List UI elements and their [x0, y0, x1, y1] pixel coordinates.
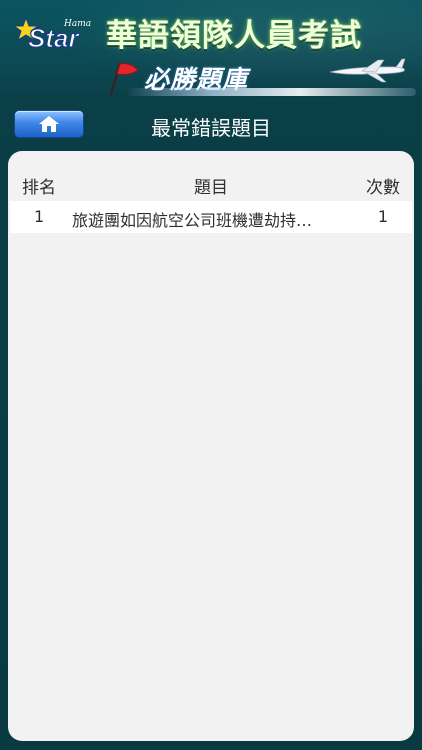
row-count: 1 [377, 207, 388, 226]
star-logo-icon: Star Hama [14, 16, 91, 54]
row-rank: 1 [34, 207, 45, 226]
column-header-question: 題目 [194, 178, 228, 198]
page-title: 最常錯誤題目 [151, 116, 271, 140]
column-header-count: 次數 [366, 178, 400, 198]
header-banner: Star Hama 華語領隊人員考試 必勝題庫 [0, 0, 422, 101]
brand-script-text: Hama [63, 19, 91, 29]
airplane-icon [329, 58, 406, 83]
app-title: 華語領隊人員考試 [106, 18, 362, 54]
table-row[interactable]: 1 旅遊團如因航空公司班機遭劫持… 1 [10, 201, 412, 233]
results-panel: 排名 題目 次數 1 旅遊團如因航空公司班機遭劫持… 1 [8, 151, 414, 741]
row-question: 旅遊團如因航空公司班機遭劫持… [72, 211, 313, 230]
table-header: 排名 題目 次數 [8, 171, 414, 199]
header-swoosh [126, 88, 416, 96]
